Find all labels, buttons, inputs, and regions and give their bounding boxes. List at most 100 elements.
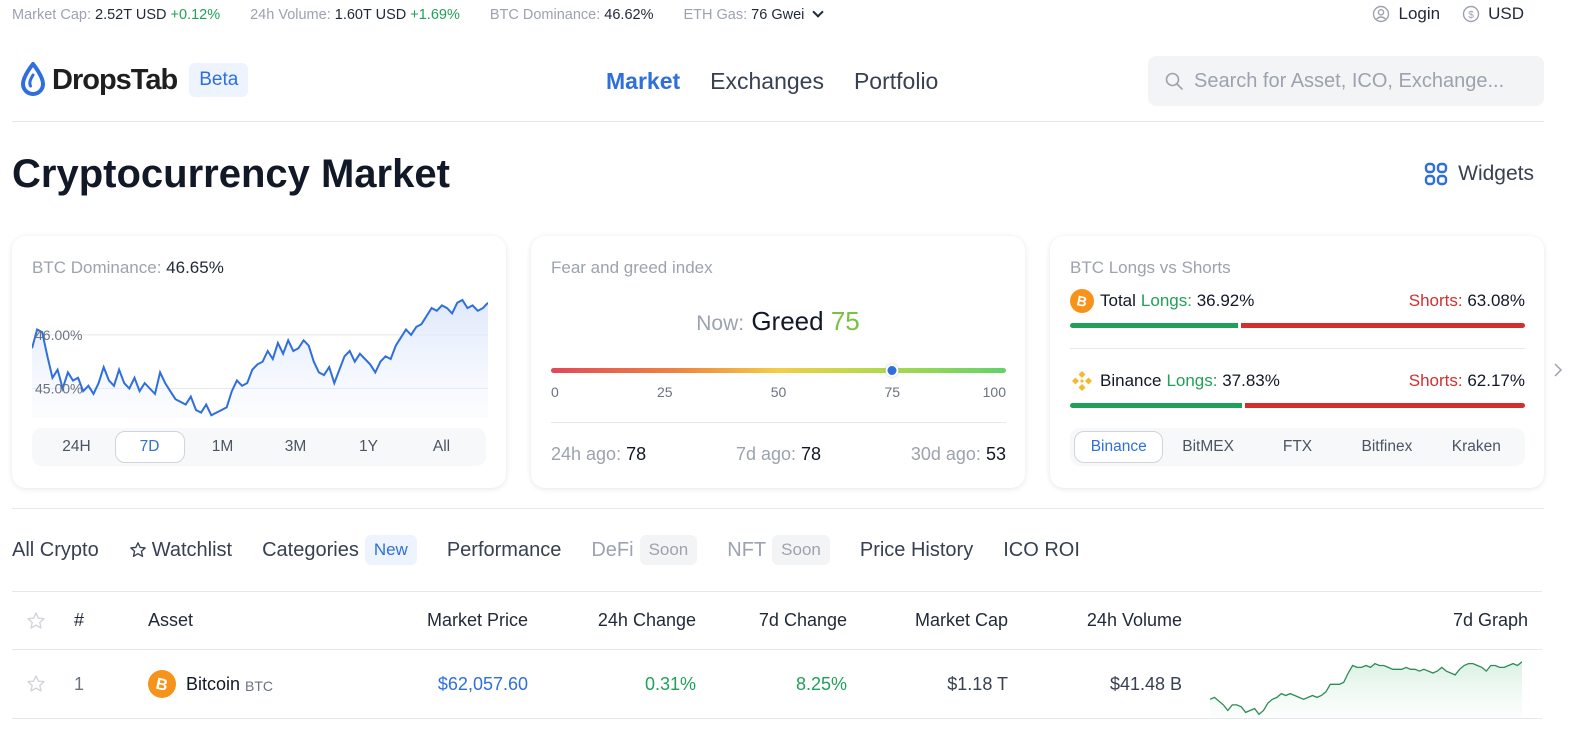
row-market-cap: $1.18 T	[947, 673, 1008, 694]
table-row[interactable]: 1 B Bitcoin BTC $62,057.60 0.31% 8.25% $…	[12, 649, 1542, 719]
range-1y[interactable]: 1Y	[334, 431, 404, 463]
fear-greed-card: Fear and greed index Now: Greed 75 0 25 …	[531, 236, 1025, 488]
tab-nft: NFT Soon	[727, 535, 830, 565]
scale-tick: 0	[551, 384, 559, 400]
row-volume: $41.48 B	[1109, 673, 1182, 694]
header-market-cap[interactable]: Market Cap	[862, 592, 1008, 649]
btc-dominance-chart: 46.00% 45.00%	[32, 298, 488, 418]
tab-performance[interactable]: Performance	[447, 539, 562, 562]
fear-greed-gauge	[551, 364, 1006, 377]
nav-market[interactable]: Market	[606, 68, 680, 95]
tab-defi: DeFi Soon	[591, 535, 698, 565]
scale-tick: 75	[884, 384, 901, 400]
scale-tick: 100	[982, 384, 1006, 400]
shorts-bar	[1245, 403, 1525, 408]
tab-all-crypto[interactable]: All Crypto	[12, 539, 99, 562]
chevron-down-icon	[812, 6, 825, 18]
soon-badge: Soon	[772, 535, 830, 565]
longs-shorts-row-binance: Binance Longs: 37.83% Shorts: 62.17%	[1070, 369, 1525, 393]
ticker-volume: 24h Volume: 1.60T USD +1.69%	[250, 7, 460, 23]
site-header: DropsTab Beta Market Exchanges Portfolio	[12, 54, 1544, 122]
range-selector: 24H 7D 1M 3M 1Y All	[32, 428, 486, 466]
search-box	[1148, 56, 1544, 106]
exchange-ftx[interactable]: FTX	[1253, 431, 1342, 463]
exchange-selector: Binance BitMEX FTX Bitfinex Kraken	[1070, 428, 1525, 466]
watchlist-star-icon[interactable]	[26, 650, 48, 718]
row-rank: 1	[74, 673, 85, 694]
longs-shorts-row-total: B Total Longs: 36.92% Shorts: 63.08%	[1070, 289, 1525, 313]
longs-shorts-bar-total	[1070, 323, 1525, 328]
header-24h-volume[interactable]: 24h Volume	[1022, 592, 1182, 649]
exchange-kraken[interactable]: Kraken	[1432, 431, 1521, 463]
search-input[interactable]	[1194, 69, 1534, 93]
header-star-icon	[26, 592, 48, 649]
search-icon	[1165, 72, 1183, 90]
history-24h: 24h ago: 78	[551, 444, 647, 464]
divider	[551, 422, 1006, 423]
ticker-eth-gas[interactable]: ETH Gas: 76 Gwei	[683, 6, 825, 23]
longs-bar	[1070, 403, 1243, 408]
ticker-btc-dominance: BTC Dominance: 46.62%	[489, 7, 654, 23]
beta-badge: Beta	[189, 63, 249, 97]
crypto-table: # Asset Market Price 24h Change 7d Chang…	[12, 591, 1542, 719]
exchange-binance[interactable]: Binance	[1074, 431, 1164, 463]
sparkline-area	[1210, 661, 1522, 718]
range-all[interactable]: All	[407, 431, 477, 463]
btc-dominance-card: BTC Dominance: 46.65% 46.00% 45.00% 24H …	[12, 236, 506, 488]
section-divider	[12, 508, 1544, 509]
dollar-icon: $	[1462, 5, 1480, 23]
tab-ico-roi[interactable]: ICO ROI	[1003, 539, 1080, 562]
longs-shorts-card: BTC Longs vs Shorts B Total Longs: 36.92…	[1050, 236, 1544, 488]
header-24h-change[interactable]: 24h Change	[552, 592, 696, 649]
fear-greed-marker	[885, 364, 899, 377]
header-market-price[interactable]: Market Price	[372, 592, 528, 649]
header-asset[interactable]: Asset	[148, 592, 193, 649]
soon-badge: Soon	[639, 535, 698, 565]
range-3m[interactable]: 3M	[261, 431, 331, 463]
fear-greed-history: 24h ago: 78 7d ago: 78 30d ago: 53	[551, 444, 1006, 465]
star-icon	[129, 542, 146, 557]
main-nav: Market Exchanges Portfolio	[606, 68, 968, 95]
fear-greed-title: Fear and greed index	[551, 258, 713, 277]
login-button[interactable]: Login	[1372, 4, 1440, 24]
user-icon	[1373, 5, 1390, 23]
bitcoin-icon: B	[148, 670, 176, 698]
nav-portfolio[interactable]: Portfolio	[854, 68, 938, 95]
grid-icon	[1424, 162, 1448, 186]
scale-tick: 50	[770, 384, 787, 400]
range-1m[interactable]: 1M	[188, 431, 258, 463]
header-7d-graph: 7d Graph	[1452, 610, 1528, 630]
scale-tick: 25	[656, 384, 673, 400]
tab-price-history[interactable]: Price History	[860, 539, 973, 562]
dominance-area	[32, 300, 488, 418]
row-asset[interactable]: B Bitcoin BTC	[148, 650, 273, 718]
btc-dominance-title: BTC Dominance: 46.65%	[32, 258, 224, 277]
header-7d-change[interactable]: 7d Change	[712, 592, 847, 649]
table-header: # Asset Market Price 24h Change 7d Chang…	[12, 591, 1542, 649]
tab-watchlist[interactable]: Watchlist	[129, 539, 232, 562]
shorts-bar	[1240, 323, 1525, 328]
page-title: Cryptocurrency Market	[12, 152, 450, 196]
y-label-46: 46.00%	[35, 327, 82, 343]
tab-categories[interactable]: Categories New	[262, 535, 417, 565]
history-30d: 30d ago: 53	[910, 444, 1006, 464]
history-7d: 7d ago: 78	[735, 444, 822, 464]
exchange-bitfinex[interactable]: Bitfinex	[1342, 431, 1431, 463]
chevron-right-icon[interactable]	[1552, 362, 1564, 378]
widgets-button[interactable]: Widgets	[1424, 162, 1534, 186]
header-rank: #	[74, 610, 85, 630]
range-24h[interactable]: 24H	[42, 431, 112, 463]
exchange-bitmex[interactable]: BitMEX	[1163, 431, 1252, 463]
range-7d[interactable]: 7D	[114, 431, 185, 463]
longs-bar	[1070, 323, 1238, 328]
new-badge: New	[364, 535, 417, 565]
row-7d-graph	[1202, 650, 1528, 718]
nav-exchanges[interactable]: Exchanges	[710, 68, 824, 95]
top-right-controls: Login $ USD	[1350, 4, 1524, 24]
y-label-45: 45.00%	[35, 381, 82, 397]
divider	[1070, 348, 1525, 349]
row-24h-change: 0.31%	[644, 673, 696, 694]
market-tabs: All Crypto Watchlist Categories New Perfo…	[12, 535, 1110, 565]
currency-selector[interactable]: $ USD	[1462, 4, 1524, 24]
logo[interactable]: DropsTab Beta	[20, 62, 249, 98]
